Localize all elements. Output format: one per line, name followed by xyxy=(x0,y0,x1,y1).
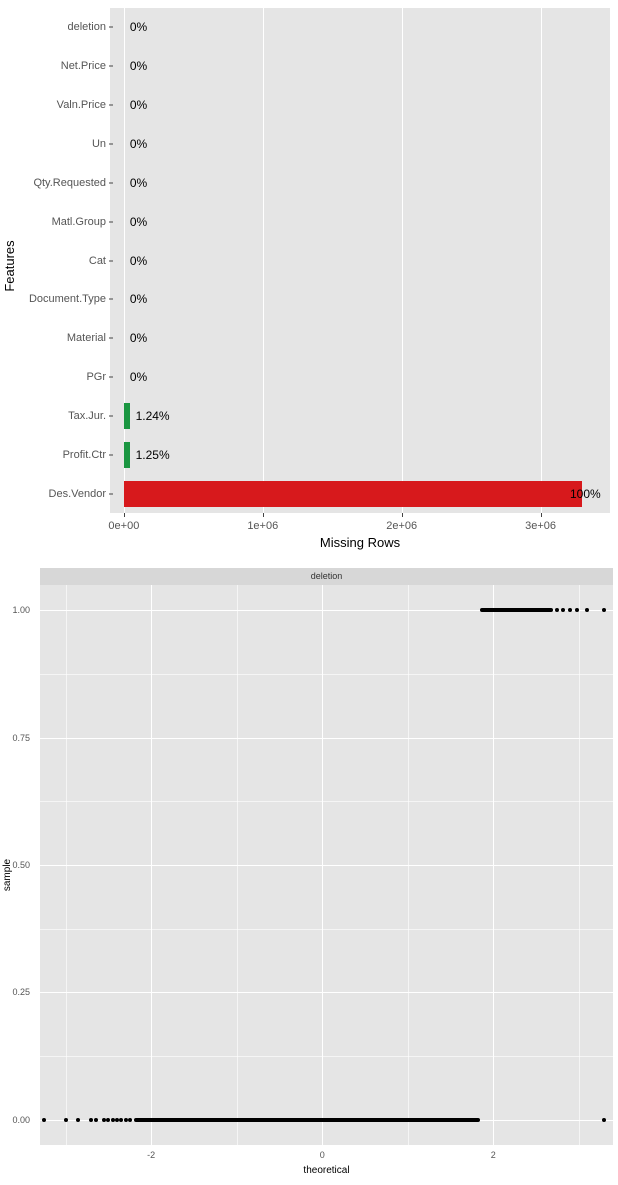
y-tick-label: Net.Price xyxy=(6,60,106,72)
bar-value-label: 100% xyxy=(570,487,601,501)
data-point xyxy=(575,608,579,612)
data-point xyxy=(64,1118,68,1122)
facet-strip: deletion xyxy=(40,568,613,585)
data-point xyxy=(561,608,565,612)
missing-rows-chart: Features Missing Rows 0e+001e+062e+063e+… xyxy=(0,0,618,555)
bar-value-label: 0% xyxy=(130,292,147,306)
y-tick-label: Tax.Jur. xyxy=(6,410,106,422)
bar-value-label: 0% xyxy=(130,370,147,384)
bar-value-label: 0% xyxy=(130,215,147,229)
bar-value-label: 0% xyxy=(130,176,147,190)
y-tick-label: Valn.Price xyxy=(6,99,106,111)
data-point xyxy=(602,608,606,612)
bar xyxy=(124,481,582,507)
bar-value-label: 0% xyxy=(130,59,147,73)
x-tick-label: 2e+06 xyxy=(386,520,417,532)
x-tick-label: -2 xyxy=(147,1150,155,1160)
y-tick-label: 0.25 xyxy=(0,987,30,997)
x-tick-label: 0e+00 xyxy=(108,520,139,532)
x-tick-label: 0 xyxy=(320,1150,325,1160)
y-tick-label: Cat xyxy=(6,255,106,267)
bar-value-label: 0% xyxy=(130,254,147,268)
x-axis-label: theoretical xyxy=(40,1165,613,1176)
x-tick-label: 1e+06 xyxy=(247,520,278,532)
data-points-dense xyxy=(480,608,553,612)
y-tick-label: 0.00 xyxy=(0,1115,30,1125)
plot-area xyxy=(40,585,613,1145)
x-axis-label: Missing Rows xyxy=(110,535,610,550)
data-point xyxy=(555,608,559,612)
plot-area xyxy=(110,8,610,513)
y-tick-label: Matl.Group xyxy=(6,216,106,228)
x-tick-label: 3e+06 xyxy=(525,520,556,532)
data-point xyxy=(585,608,589,612)
y-axis-label: sample xyxy=(2,843,13,875)
y-tick-label: 1.00 xyxy=(0,605,30,615)
y-tick-label: PGr xyxy=(6,371,106,383)
bar-value-label: 0% xyxy=(130,20,147,34)
bar-value-label: 1.24% xyxy=(136,409,170,423)
y-tick-label: 0.75 xyxy=(0,733,30,743)
data-point xyxy=(94,1118,98,1122)
data-point xyxy=(42,1118,46,1122)
y-tick-label: Qty.Requested xyxy=(6,177,106,189)
y-tick-label: deletion xyxy=(6,21,106,33)
bar-value-label: 1.25% xyxy=(136,448,170,462)
data-point xyxy=(128,1118,132,1122)
y-tick-label: Un xyxy=(6,138,106,150)
bar xyxy=(124,442,130,468)
bar-value-label: 0% xyxy=(130,137,147,151)
y-tick-label: Profit.Ctr xyxy=(6,449,106,461)
y-tick-label: Document.Type xyxy=(6,293,106,305)
y-tick-label: 0.50 xyxy=(0,860,30,870)
bar xyxy=(124,403,130,429)
bar-value-label: 0% xyxy=(130,98,147,112)
data-point xyxy=(602,1118,606,1122)
qq-plot-chart: sample deletion theoretical 0.00 0.25 0.50… xyxy=(0,565,618,1185)
data-point xyxy=(76,1118,80,1122)
data-point xyxy=(568,608,572,612)
bar-value-label: 0% xyxy=(130,331,147,345)
y-tick-label: Material xyxy=(6,332,106,344)
data-points-dense xyxy=(134,1118,480,1122)
y-tick-label: Des.Vendor xyxy=(6,488,106,500)
x-tick-label: 2 xyxy=(491,1150,496,1160)
